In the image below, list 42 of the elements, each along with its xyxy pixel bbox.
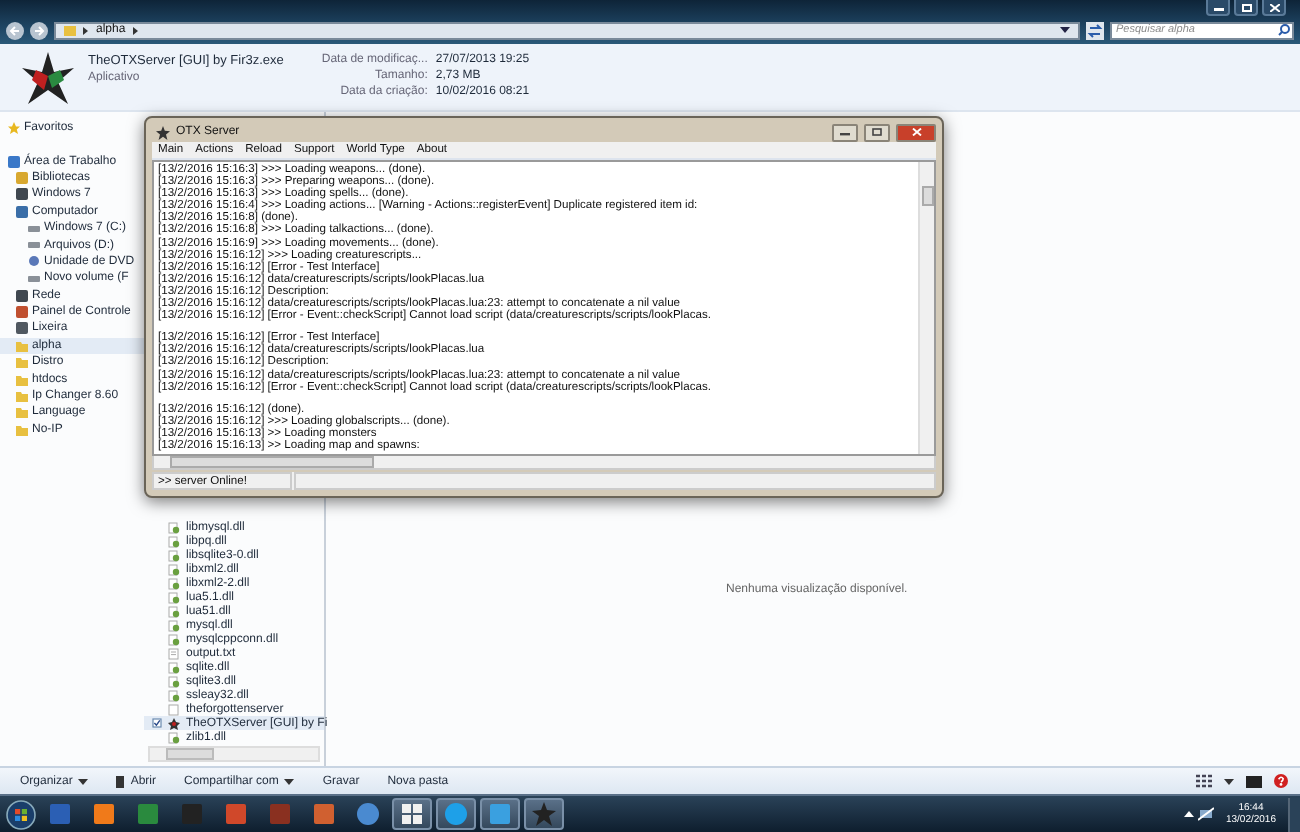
star-logo-icon bbox=[20, 50, 76, 106]
star-logo-icon bbox=[168, 717, 180, 729]
forward-icon[interactable] bbox=[30, 21, 48, 39]
caret-icon[interactable] bbox=[1224, 777, 1234, 785]
tray-expand-icon[interactable] bbox=[1183, 810, 1194, 818]
caret-icon bbox=[284, 777, 295, 785]
preview-pane-icon[interactable] bbox=[1246, 775, 1262, 787]
star-logo-icon bbox=[532, 802, 556, 826]
minimize-icon bbox=[1213, 3, 1223, 11]
gear-file-icon bbox=[168, 731, 180, 743]
close-icon bbox=[911, 128, 921, 136]
view-options-icon[interactable] bbox=[1196, 774, 1212, 788]
maximize-icon bbox=[872, 128, 882, 136]
taskbar-button[interactable] bbox=[524, 798, 564, 830]
checkbox-icon[interactable] bbox=[152, 718, 162, 728]
caret-icon[interactable] bbox=[1060, 26, 1070, 34]
back-icon[interactable] bbox=[6, 21, 24, 39]
vertical-scrollbar[interactable] bbox=[918, 162, 934, 455]
minimize-button[interactable] bbox=[1206, 0, 1230, 16]
star-logo-icon bbox=[156, 125, 170, 139]
maximize-icon bbox=[1241, 3, 1251, 11]
four-panes-icon bbox=[400, 802, 424, 826]
text-file-icon bbox=[168, 647, 180, 659]
horizontal-scrollbar[interactable] bbox=[148, 746, 320, 762]
caret-icon bbox=[78, 777, 89, 785]
start-button-icon[interactable] bbox=[6, 799, 36, 829]
maximize-button[interactable] bbox=[1234, 0, 1258, 16]
horizontal-scrollbar[interactable] bbox=[152, 456, 936, 471]
help-icon[interactable] bbox=[1274, 774, 1288, 788]
close-button[interactable] bbox=[896, 123, 936, 141]
chevron-icon bbox=[131, 25, 140, 35]
star-icon bbox=[8, 122, 20, 135]
search-icon bbox=[1278, 24, 1290, 36]
close-icon bbox=[1269, 3, 1279, 11]
minimize-icon bbox=[840, 129, 850, 135]
refresh-icon[interactable] bbox=[1086, 21, 1104, 39]
blank-file-icon bbox=[168, 703, 180, 715]
chevron-icon bbox=[82, 25, 90, 35]
close-button[interactable] bbox=[1262, 0, 1286, 16]
minimize-button[interactable] bbox=[832, 123, 858, 141]
maximize-button[interactable] bbox=[864, 123, 890, 141]
taskbar-button[interactable] bbox=[392, 798, 432, 830]
